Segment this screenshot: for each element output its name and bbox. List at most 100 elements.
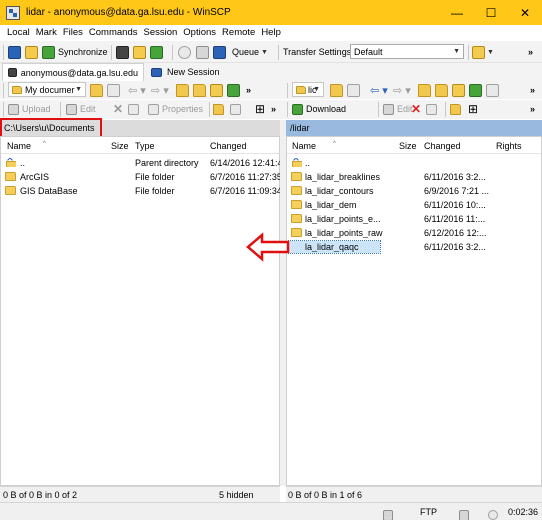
remote-root-dir-icon[interactable] bbox=[435, 81, 448, 99]
local-refresh-icon[interactable] bbox=[227, 81, 240, 99]
remote-toolbar-overflow-icon[interactable]: » bbox=[530, 81, 535, 99]
column-type[interactable]: Type bbox=[135, 141, 155, 151]
menu-options[interactable]: Options bbox=[180, 27, 219, 38]
tab-session[interactable]: anonymous@data.ga.lsu.edu bbox=[2, 63, 144, 81]
local-actions-overflow-icon[interactable]: » bbox=[271, 100, 276, 118]
chevron-down-icon: ▼ bbox=[453, 48, 460, 55]
remote-status-bar: 0 B of 0 B in 1 of 6 bbox=[286, 486, 542, 502]
remote-back-icon[interactable]: ⇦ ▾ bbox=[370, 81, 388, 99]
queue-list-icon[interactable] bbox=[213, 43, 226, 61]
menu-commands[interactable]: Commands bbox=[86, 27, 141, 38]
local-parent-dir-icon[interactable] bbox=[176, 81, 189, 99]
local-path-highlight bbox=[0, 118, 102, 138]
local-row-arcgis[interactable]: ArcGIS File folder 6/7/2016 11:27:35 bbox=[1, 170, 280, 184]
tab-new-session[interactable]: New Session bbox=[146, 63, 225, 81]
local-filter-funnel-icon[interactable] bbox=[107, 81, 120, 99]
upload-button[interactable]: Upload bbox=[8, 100, 51, 118]
add-icon[interactable] bbox=[8, 43, 21, 61]
local-drive-select[interactable]: My documer ▼ bbox=[8, 82, 86, 97]
local-edit-button[interactable]: Edit bbox=[66, 100, 96, 118]
computer-icon bbox=[8, 68, 17, 77]
remote-row-breaklines[interactable]: la_lidar_breaklines 6/11/2016 3:2... bbox=[287, 170, 541, 184]
folder-icon bbox=[291, 228, 302, 237]
folder-icon bbox=[12, 85, 22, 94]
remote-path-bar[interactable]: /lidar bbox=[286, 120, 542, 136]
local-hidden-count[interactable]: 5 hidden bbox=[219, 490, 254, 500]
transfer-settings-label: Transfer Settings bbox=[283, 47, 352, 57]
properties-icon bbox=[148, 103, 159, 115]
synchronize-button[interactable]: Synchronize bbox=[42, 43, 108, 61]
remote-path: /lidar bbox=[290, 123, 310, 133]
close-button[interactable]: ✕ bbox=[508, 0, 542, 25]
preferences-gear-icon[interactable] bbox=[178, 43, 191, 61]
minimize-button[interactable]: — bbox=[440, 0, 474, 25]
local-new-file-icon[interactable] bbox=[230, 100, 241, 118]
remote-row-points-e[interactable]: la_lidar_points_e... 6/11/2016 11:... bbox=[287, 212, 541, 226]
column-changed[interactable]: Changed bbox=[210, 141, 247, 151]
parent-folder-icon bbox=[5, 158, 16, 167]
column-size[interactable]: Size bbox=[111, 141, 129, 151]
remote-parent-dir-icon[interactable] bbox=[418, 81, 431, 99]
remote-home-icon[interactable] bbox=[452, 81, 465, 99]
remote-find-files-icon[interactable] bbox=[486, 81, 499, 99]
local-new-plus-icon[interactable]: ⊞ bbox=[255, 100, 265, 118]
menu-remote[interactable]: Remote bbox=[219, 27, 258, 38]
menu-session[interactable]: Session bbox=[140, 27, 180, 38]
remote-actions-overflow-icon[interactable]: » bbox=[530, 100, 535, 118]
menu-bar: Local Mark Files Commands Session Option… bbox=[0, 25, 542, 40]
remote-delete-icon[interactable]: ✕ bbox=[411, 100, 421, 118]
local-new-folder-icon[interactable] bbox=[213, 100, 224, 118]
menu-help[interactable]: Help bbox=[258, 27, 284, 38]
local-delete-icon[interactable]: ✕ bbox=[113, 100, 123, 118]
remote-row-contours[interactable]: la_lidar_contours 6/9/2016 7:21 ... bbox=[287, 184, 541, 198]
main-toolbar: Synchronize Queue ▼ Transfer Settings De… bbox=[0, 41, 542, 63]
remote-row-qaqc[interactable]: la_lidar_qaqc 6/11/2016 3:2... bbox=[287, 240, 541, 254]
local-row-parent[interactable]: .. Parent directory 6/14/2016 12:41:4 bbox=[1, 156, 280, 170]
remote-edit-button[interactable]: Edit bbox=[383, 100, 413, 118]
remote-row-parent[interactable]: .. bbox=[287, 156, 541, 170]
sync-browse-icon[interactable] bbox=[25, 43, 38, 61]
local-file-panel[interactable]: ^ Name Size Type Changed .. Parent direc… bbox=[0, 136, 280, 486]
remote-open-dir-icon[interactable] bbox=[330, 81, 343, 99]
menu-local[interactable]: Local bbox=[4, 27, 33, 38]
local-rename-icon[interactable] bbox=[128, 100, 139, 118]
folder-icon bbox=[5, 172, 16, 181]
remote-file-panel[interactable]: ^ Name Size Changed Rights .. la_lidar_b… bbox=[286, 136, 542, 486]
remote-row-points-raw[interactable]: la_lidar_points_raw 6/12/2016 12:... bbox=[287, 226, 541, 240]
toolbar-overflow-icon[interactable]: » bbox=[528, 43, 533, 61]
local-properties-button[interactable]: Properties bbox=[148, 100, 203, 118]
remote-rename-icon[interactable] bbox=[426, 100, 437, 118]
local-back-icon[interactable]: ⇦ ▾ bbox=[128, 81, 146, 99]
local-forward-icon[interactable]: ⇨ ▾ bbox=[151, 81, 169, 99]
transfer-settings-select[interactable]: Default ▼ bbox=[350, 44, 464, 59]
column-name[interactable]: Name bbox=[292, 141, 316, 151]
find-files-icon[interactable] bbox=[133, 43, 146, 61]
remote-refresh-icon[interactable] bbox=[469, 81, 482, 99]
queue-button[interactable]: Queue ▼ bbox=[232, 43, 268, 61]
remote-new-plus-icon[interactable]: ⊞ bbox=[468, 100, 478, 118]
queue-icon[interactable] bbox=[196, 43, 209, 61]
column-rights[interactable]: Rights bbox=[496, 141, 522, 151]
menu-files[interactable]: Files bbox=[60, 27, 86, 38]
maximize-button[interactable]: ☐ bbox=[474, 0, 508, 25]
transfer-presets-icon[interactable]: ▼ bbox=[472, 43, 494, 61]
remote-forward-icon[interactable]: ⇨ ▾ bbox=[393, 81, 411, 99]
folder-icon bbox=[291, 186, 302, 195]
column-size[interactable]: Size bbox=[399, 141, 417, 151]
remote-filter-funnel-icon[interactable] bbox=[347, 81, 360, 99]
local-root-dir-icon[interactable] bbox=[193, 81, 206, 99]
remote-dir-select[interactable]: lic ▼ bbox=[292, 82, 324, 97]
local-home-icon[interactable] bbox=[210, 81, 223, 99]
tab-session-label: anonymous@data.ga.lsu.edu bbox=[20, 67, 138, 78]
menu-mark[interactable]: Mark bbox=[33, 27, 60, 38]
column-changed[interactable]: Changed bbox=[424, 141, 461, 151]
local-filter-icon[interactable] bbox=[90, 81, 103, 99]
console-icon[interactable] bbox=[116, 43, 129, 61]
putty-icon[interactable] bbox=[150, 43, 163, 61]
remote-row-dem[interactable]: la_lidar_dem 6/11/2016 10:... bbox=[287, 198, 541, 212]
local-toolbar-overflow-icon[interactable]: » bbox=[246, 81, 251, 99]
download-button[interactable]: Download bbox=[292, 100, 346, 118]
local-row-gis-database[interactable]: GIS DataBase File folder 6/7/2016 11:09:… bbox=[1, 184, 280, 198]
remote-new-folder-icon[interactable] bbox=[450, 100, 461, 118]
column-name[interactable]: Name bbox=[7, 141, 31, 151]
